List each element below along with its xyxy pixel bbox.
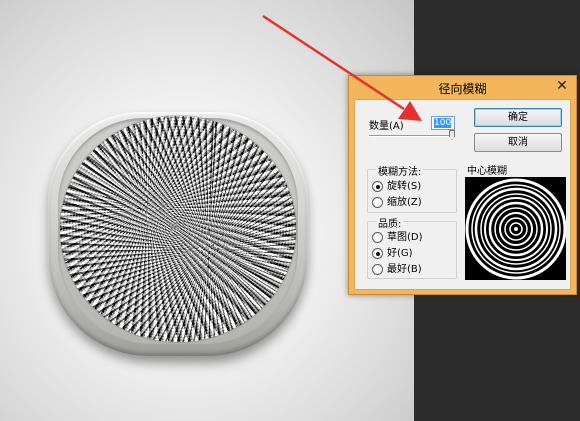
dialog-titlebar[interactable]: 径向模糊 ✕ (349, 76, 576, 98)
close-icon[interactable]: ✕ (552, 77, 572, 95)
radio-best-label: 最好(B) (387, 264, 422, 275)
amount-value: 100 (434, 118, 452, 128)
radio-icon (372, 197, 383, 208)
radial-blur-dialog: 径向模糊 ✕ 数量(A) 100 确定 取消 模糊方法: 旋转(S) 缩放(Z)… (348, 75, 577, 295)
noise-texture-disc (60, 116, 296, 342)
radio-zoom-label: 缩放(Z) (387, 197, 422, 208)
quality-title: 品质: (376, 215, 404, 230)
blur-method-title: 模糊方法: (376, 163, 424, 178)
cancel-button[interactable]: 取消 (474, 133, 562, 152)
concentric-rings-preview (465, 177, 566, 280)
dialog-title: 径向模糊 (438, 82, 487, 96)
radio-icon (372, 232, 383, 243)
blur-center-preview[interactable] (465, 177, 566, 280)
radio-icon (372, 264, 383, 275)
amount-label: 数量(A) (369, 121, 404, 132)
slider-thumb-icon[interactable] (449, 130, 455, 140)
radio-spin-label: 旋转(S) (387, 181, 422, 192)
ok-button[interactable]: 确定 (474, 108, 562, 127)
amount-slider-track[interactable] (369, 135, 455, 137)
radio-icon (372, 181, 383, 192)
center-label: 中心模糊 (467, 166, 507, 177)
quality-group: 品质: 草图(D) 好(G) 最好(B) (367, 215, 457, 279)
amount-input[interactable]: 100 (431, 116, 455, 130)
dialog-client-area: 数量(A) 100 确定 取消 模糊方法: 旋转(S) 缩放(Z) 品质: 草图… (354, 99, 571, 290)
radio-draft-label: 草图(D) (387, 232, 423, 243)
blur-method-group: 模糊方法: 旋转(S) 缩放(Z) (367, 163, 457, 213)
radio-icon (372, 248, 383, 259)
radio-good-label: 好(G) (387, 248, 413, 259)
